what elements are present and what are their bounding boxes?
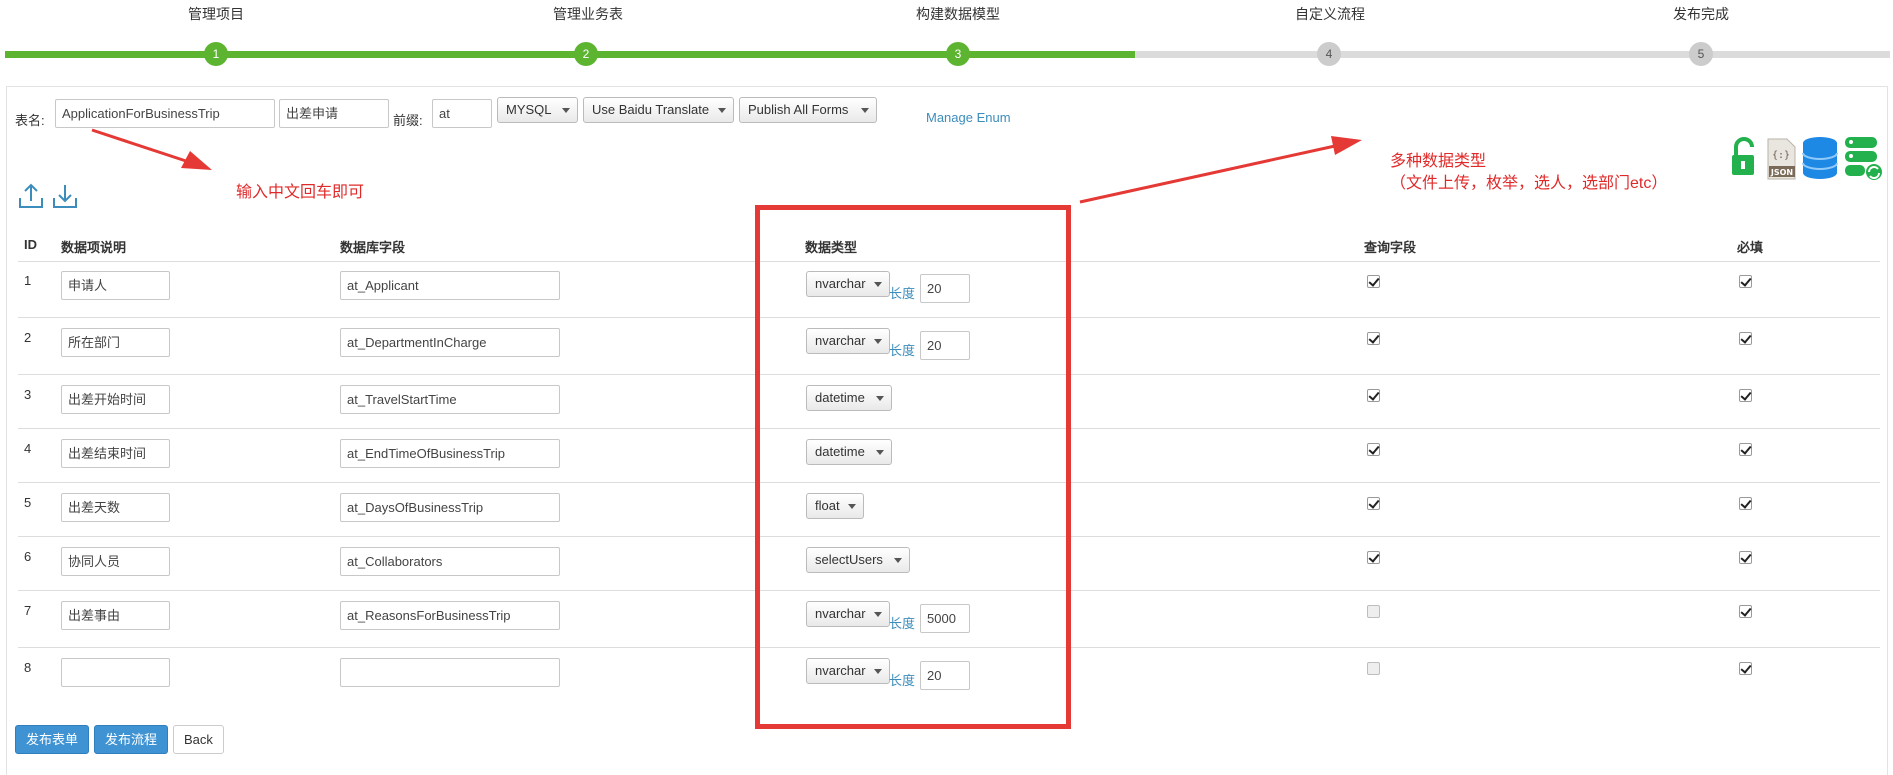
row-id: 1 (24, 273, 32, 288)
publish-flow-button[interactable]: 发布流程 (94, 725, 169, 754)
required-checkbox[interactable] (1739, 605, 1752, 618)
db-field-input[interactable]: at_DepartmentInCharge (340, 328, 560, 357)
required-checkbox[interactable] (1739, 443, 1752, 456)
required-checkbox[interactable] (1739, 551, 1752, 564)
row-id: 3 (24, 387, 32, 402)
row-id: 6 (24, 549, 32, 564)
query-field-checkbox[interactable] (1367, 497, 1380, 510)
description-input[interactable]: 出差事由 (61, 601, 170, 630)
query-field-checkbox[interactable] (1367, 275, 1380, 288)
back-button[interactable]: Back (173, 725, 224, 754)
publish-form-button[interactable]: 发布表单 (15, 725, 90, 754)
description-input[interactable]: 协同人员 (61, 547, 170, 576)
db-field-input[interactable]: at_DaysOfBusinessTrip (340, 493, 560, 522)
query-field-checkbox[interactable] (1367, 662, 1380, 675)
json-file-icon[interactable]: {:} JSON (1765, 138, 1797, 180)
annotation-arrow-right (1079, 136, 1362, 204)
description-input[interactable]: 出差结束时间 (61, 439, 170, 468)
required-checkbox[interactable] (1739, 662, 1752, 675)
row-id: 5 (24, 495, 32, 510)
required-checkbox[interactable] (1739, 332, 1752, 345)
column-header-description: 数据项说明 (61, 240, 127, 255)
query-field-checkbox[interactable] (1367, 332, 1380, 345)
query-field-checkbox[interactable] (1367, 605, 1380, 618)
db-sync-icon[interactable] (1843, 135, 1883, 181)
db-field-input[interactable]: at_TravelStartTime (340, 385, 560, 414)
column-header-db-field: 数据库字段 (340, 240, 406, 255)
required-checkbox[interactable] (1739, 497, 1752, 510)
column-header-required: 必填 (1737, 240, 1764, 255)
svg-text:JSON: JSON (1770, 168, 1793, 177)
query-field-checkbox[interactable] (1367, 551, 1380, 564)
row-id: 8 (24, 660, 32, 675)
description-input[interactable]: 出差开始时间 (61, 385, 170, 414)
row-id: 7 (24, 603, 32, 618)
db-field-input[interactable]: at_Collaborators (340, 547, 560, 576)
db-field-input[interactable] (340, 658, 560, 687)
description-input[interactable] (61, 658, 170, 687)
row-id: 2 (24, 330, 32, 345)
row-id: 4 (24, 441, 32, 456)
description-input[interactable]: 所在部门 (61, 328, 170, 357)
column-header-id: ID (24, 237, 37, 252)
required-checkbox[interactable] (1739, 275, 1752, 288)
description-input[interactable]: 申请人 (61, 271, 170, 300)
download-icon[interactable] (52, 182, 78, 209)
column-header-query-field: 查询字段 (1364, 240, 1417, 255)
unlock-icon[interactable] (1730, 137, 1758, 179)
description-input[interactable]: 出差天数 (61, 493, 170, 522)
query-field-checkbox[interactable] (1367, 389, 1380, 402)
svg-text:{:}: {:} (1772, 150, 1790, 161)
db-field-input[interactable]: at_Applicant (340, 271, 560, 300)
query-field-checkbox[interactable] (1367, 443, 1380, 456)
upload-icon[interactable] (18, 182, 44, 209)
data-type-highlight-box (755, 205, 1071, 729)
db-field-input[interactable]: at_EndTimeOfBusinessTrip (340, 439, 560, 468)
required-checkbox[interactable] (1739, 389, 1752, 402)
annotation-arrow-left (91, 128, 212, 170)
db-field-input[interactable]: at_ReasonsForBusinessTrip (340, 601, 560, 630)
database-icon[interactable] (1800, 135, 1840, 181)
